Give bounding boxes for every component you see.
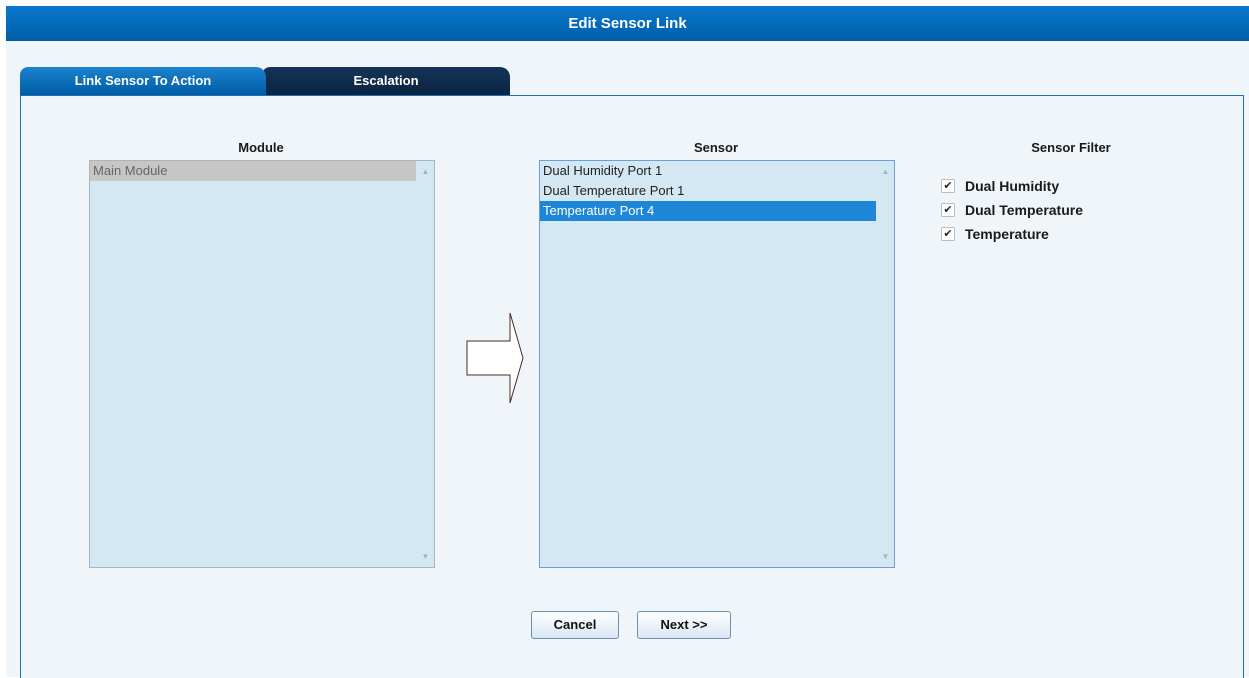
module-label: Module bbox=[238, 140, 284, 155]
sensor-filter-group: ✔ Dual Humidity ✔ Dual Temperature ✔ Tem… bbox=[941, 174, 1083, 246]
filter-temperature[interactable]: ✔ Temperature bbox=[941, 222, 1083, 246]
check-icon[interactable]: ✔ bbox=[941, 203, 955, 217]
right-arrow-icon bbox=[466, 312, 524, 404]
check-icon[interactable]: ✔ bbox=[941, 227, 955, 241]
sensor-label: Sensor bbox=[693, 140, 739, 155]
tab-link-sensor-to-action[interactable]: Link Sensor To Action bbox=[20, 67, 266, 95]
module-scrollbar[interactable]: ▲ ▼ bbox=[417, 161, 434, 567]
sensor-filter-label: Sensor Filter bbox=[1031, 140, 1111, 155]
scroll-down-arrow-icon[interactable]: ▼ bbox=[877, 548, 894, 565]
scroll-down-arrow-icon[interactable]: ▼ bbox=[417, 548, 434, 565]
scroll-up-arrow-icon[interactable]: ▲ bbox=[877, 163, 894, 180]
module-listbox[interactable]: Main Module ▲ ▼ bbox=[89, 160, 435, 568]
edit-sensor-link-dialog: Edit Sensor Link Link Sensor To Action E… bbox=[6, 6, 1249, 678]
tab-escalation[interactable]: Escalation bbox=[262, 67, 510, 95]
scroll-up-arrow-icon[interactable]: ▲ bbox=[417, 163, 434, 180]
sensor-list-item[interactable]: Dual Humidity Port 1 bbox=[540, 161, 876, 181]
cancel-button[interactable]: Cancel bbox=[531, 611, 619, 639]
tab-panel: Module Main Module ▲ ▼ Sensor Dual Humid… bbox=[20, 95, 1244, 678]
filter-label: Dual Humidity bbox=[965, 178, 1060, 194]
module-list-item[interactable]: Main Module bbox=[90, 161, 416, 181]
filter-label: Dual Temperature bbox=[965, 202, 1083, 218]
dialog-title: Edit Sensor Link bbox=[6, 6, 1249, 41]
sensor-list-item[interactable]: Temperature Port 4 bbox=[540, 201, 876, 221]
check-icon[interactable]: ✔ bbox=[941, 179, 955, 193]
next-button[interactable]: Next >> bbox=[637, 611, 731, 639]
filter-label: Temperature bbox=[965, 226, 1049, 242]
sensor-list-item[interactable]: Dual Temperature Port 1 bbox=[540, 181, 876, 201]
filter-dual-temperature[interactable]: ✔ Dual Temperature bbox=[941, 198, 1083, 222]
sensor-scrollbar[interactable]: ▲ ▼ bbox=[877, 161, 894, 567]
filter-dual-humidity[interactable]: ✔ Dual Humidity bbox=[941, 174, 1083, 198]
sensor-listbox[interactable]: Dual Humidity Port 1 Dual Temperature Po… bbox=[539, 160, 895, 568]
